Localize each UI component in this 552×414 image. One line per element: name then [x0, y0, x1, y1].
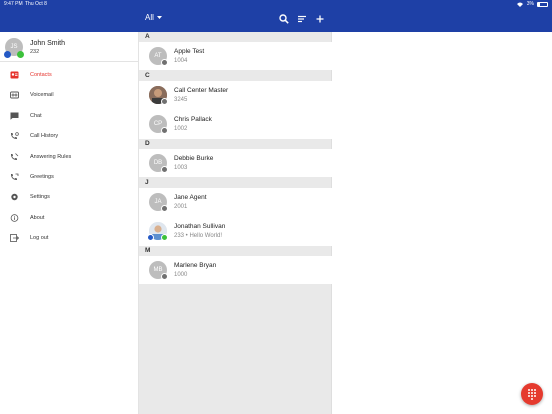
app-header: 9:47 PM Thu Oct 8 3% All: [0, 0, 552, 32]
contact-row[interactable]: MB Marlene Bryan 1000: [139, 256, 332, 284]
contact-extension: 1003: [174, 165, 188, 171]
sort-icon[interactable]: [297, 14, 307, 24]
sidebar-item-contacts[interactable]: Contacts: [0, 66, 139, 86]
dialpad-icon: [528, 389, 536, 400]
contact-row[interactable]: DB Debbie Burke 1003: [139, 149, 332, 177]
contact-row[interactable]: CP Chris Pallack 1002: [139, 110, 332, 139]
section-header-m: M: [145, 247, 151, 254]
section-header-a: A: [145, 33, 150, 40]
status-time: 9:47 PM: [4, 1, 23, 7]
sidebar-nav: Contacts Voicemail Chat Call History Ans…: [0, 66, 139, 250]
battery-percent: 3%: [526, 1, 534, 7]
contact-name: Jane Agent: [174, 194, 207, 201]
sidebar-item-label: About: [30, 214, 45, 221]
presence-badge: [161, 127, 168, 134]
contact-row[interactable]: AT Apple Test 1004: [139, 42, 332, 70]
contacts-icon: [10, 71, 19, 79]
status-bar: 9:47 PM Thu Oct 8 3%: [0, 0, 552, 9]
battery-icon: [537, 1, 548, 7]
user-extension: 232: [30, 49, 40, 55]
contact-extension: 1002: [174, 126, 188, 132]
sidebar-item-call-history[interactable]: Call History: [0, 127, 139, 147]
logout-icon: [10, 234, 19, 243]
sidebar-item-label: Contacts: [30, 72, 52, 78]
device-badge: [4, 51, 11, 58]
contact-group: JA Jane Agent 2001 Jonathan Sullivan 233…: [139, 188, 332, 246]
presence-badge: [161, 98, 168, 105]
status-date: Thu Oct 8: [25, 1, 47, 7]
filter-dropdown[interactable]: All: [145, 13, 162, 22]
greetings-icon: [11, 173, 19, 180]
contact-group: Call Center Master 3245 CP Chris Pallack…: [139, 81, 332, 139]
sidebar-item-label: Chat: [30, 112, 42, 119]
status-right: 3%: [516, 1, 548, 7]
contact-extension: 1000: [174, 272, 188, 278]
contact-row[interactable]: Jonathan Sullivan 233 • Hello World!: [139, 217, 332, 246]
contact-row[interactable]: JA Jane Agent 2001: [139, 188, 332, 217]
section-header-d: D: [145, 140, 150, 147]
contact-name: Apple Test: [174, 48, 205, 55]
sidebar-item-answering-rules[interactable]: Answering Rules: [0, 148, 139, 168]
contact-name: Chris Pallack: [174, 116, 212, 123]
contact-row[interactable]: Call Center Master 3245: [139, 81, 332, 110]
sidebar-item-label: Voicemail: [30, 92, 54, 99]
user-name: John Smith: [30, 40, 66, 47]
sidebar-item-greetings[interactable]: Greetings: [0, 168, 139, 188]
chevron-down-icon: [156, 16, 162, 19]
filter-label: All: [145, 13, 154, 22]
section-header-c: C: [145, 72, 150, 79]
presence-badge: [161, 59, 168, 66]
presence-badge: [17, 51, 24, 58]
sidebar-item-logout[interactable]: Log out: [0, 229, 139, 249]
user-profile[interactable]: JS John Smith 232: [0, 32, 139, 62]
sidebar-item-label: Log out: [30, 235, 49, 242]
sidebar-item-settings[interactable]: Settings: [0, 188, 139, 208]
search-icon[interactable]: [279, 14, 289, 24]
presence-badge: [161, 166, 168, 173]
wifi-icon: [516, 2, 523, 7]
sidebar-item-voicemail[interactable]: Voicemail: [0, 86, 139, 106]
call-history-icon: [11, 132, 19, 140]
info-icon: [10, 213, 19, 222]
sidebar: JS John Smith 232 Contacts Voicemail Cha…: [0, 32, 139, 414]
presence-badge: [161, 205, 168, 212]
presence-badge: [161, 234, 168, 241]
section-header-j: J: [145, 179, 149, 186]
contact-extension: 1004: [174, 58, 188, 64]
sidebar-item-chat[interactable]: Chat: [0, 107, 139, 127]
contacts-list[interactable]: A AT Apple Test 1004 C Call Center Maste…: [139, 32, 332, 414]
sidebar-item-label: Call History: [30, 133, 59, 140]
chat-icon: [10, 112, 19, 120]
contact-name: Debbie Burke: [174, 155, 214, 162]
contact-extension: 2001: [174, 204, 188, 210]
gear-icon: [11, 194, 18, 201]
sidebar-item-label: Greetings: [30, 173, 54, 180]
answering-rules-icon: [11, 152, 19, 160]
add-contact-icon[interactable]: [315, 14, 325, 24]
presence-badge: [161, 273, 168, 280]
contact-name: Call Center Master: [174, 87, 229, 94]
contact-extension: 233 • Hello World!: [174, 233, 223, 239]
contact-extension: 3245: [174, 97, 188, 103]
device-badge: [147, 234, 154, 241]
dialpad-button[interactable]: [521, 383, 543, 405]
sidebar-item-label: Answering Rules: [30, 153, 72, 160]
sidebar-item-about[interactable]: About: [0, 209, 139, 229]
contact-name: Marlene Bryan: [174, 262, 217, 269]
voicemail-icon: [10, 91, 19, 99]
contact-name: Jonathan Sullivan: [174, 223, 226, 230]
sidebar-item-label: Settings: [30, 194, 50, 201]
